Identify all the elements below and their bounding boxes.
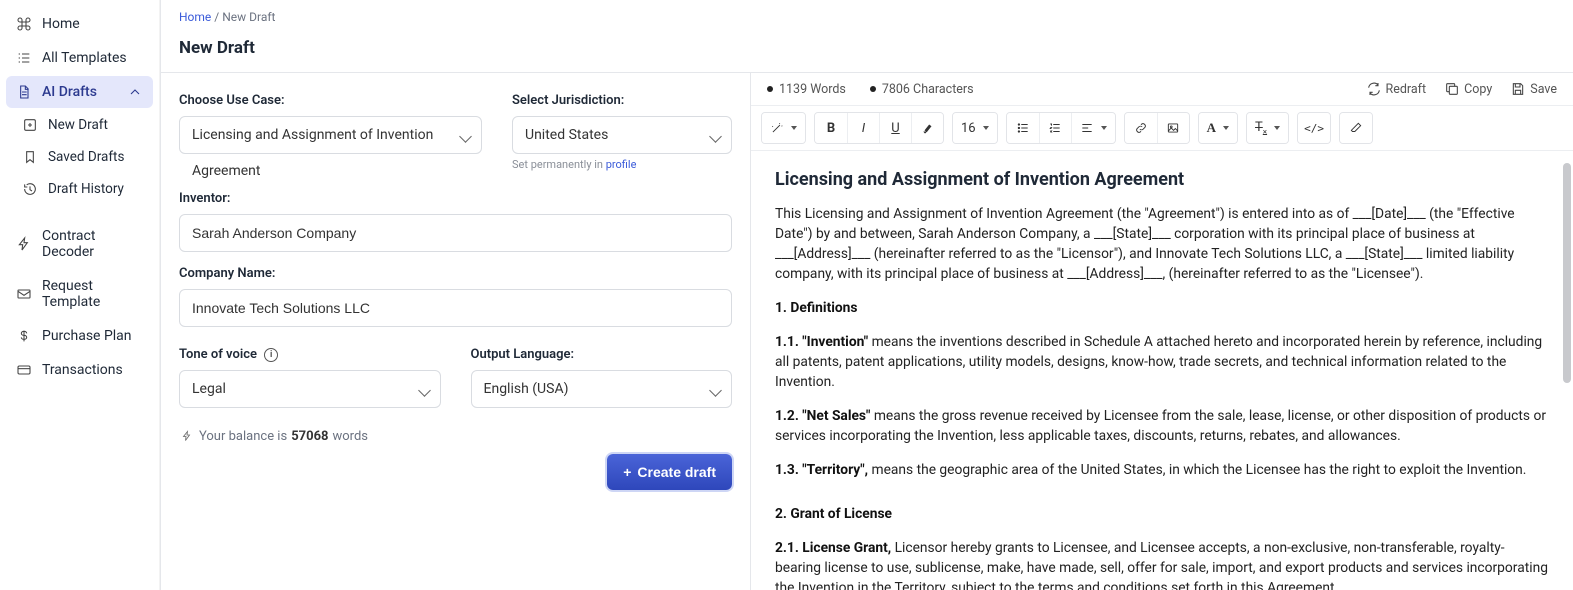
nav-new-draft[interactable]: New Draft [12, 110, 153, 140]
output-lang-select[interactable]: English (USA) [471, 370, 733, 408]
main: Home / New Draft New Draft Choose Use Ca… [160, 0, 1573, 590]
nav-label: Home [42, 16, 80, 32]
document-area[interactable]: Licensing and Assignment of Invention Ag… [751, 151, 1573, 590]
nav-label: Request Template [42, 278, 143, 310]
inventor-label: Inventor: [179, 191, 732, 206]
font-size-select[interactable]: 16 [953, 113, 997, 143]
output-lang-label: Output Language: [471, 347, 733, 362]
dollar-icon [16, 328, 32, 344]
numbered-list-button[interactable] [1039, 113, 1071, 143]
doc-intro: This Licensing and Assignment of Inventi… [775, 204, 1549, 284]
refresh-icon [1366, 81, 1382, 97]
nav-contract-decoder[interactable]: Contract Decoder [6, 220, 153, 268]
nav-label: Saved Drafts [48, 149, 124, 165]
profile-link[interactable]: profile [606, 158, 637, 171]
company-label: Company Name: [179, 266, 732, 281]
document-icon [16, 84, 32, 100]
breadcrumb-home[interactable]: Home [179, 10, 211, 24]
history-icon [22, 181, 38, 197]
use-case-select[interactable]: Licensing and Assignment of Invention Ag… [179, 116, 482, 154]
image-button[interactable] [1157, 113, 1189, 143]
info-icon[interactable]: i [264, 348, 278, 362]
scrollbar[interactable] [1563, 163, 1571, 383]
chevron-up-icon [127, 84, 143, 100]
italic-button[interactable]: I [847, 113, 879, 143]
code-button[interactable]: </> [1298, 113, 1330, 143]
bolt-icon [16, 236, 32, 252]
nav-label: All Templates [42, 50, 127, 66]
balance-text: Your balance is 57068 words [179, 428, 732, 444]
dot-icon [767, 86, 773, 92]
tone-select[interactable]: Legal [179, 370, 441, 408]
link-button[interactable] [1125, 113, 1157, 143]
section-heading: 2. Grant of License [775, 506, 892, 522]
inventor-input[interactable] [179, 214, 732, 252]
page-title: New Draft [161, 28, 1573, 72]
nav-transactions[interactable]: Transactions [6, 354, 153, 386]
eraser-button[interactable] [1340, 113, 1372, 143]
editor-panel: 1139 Words 7806 Characters Redraft Copy [751, 72, 1573, 590]
list-icon [16, 50, 32, 66]
jurisdiction-hint: Set permanently in profile [512, 158, 732, 171]
underline-button[interactable]: U [879, 113, 911, 143]
nav-label: Contract Decoder [42, 228, 143, 260]
nav-saved-drafts[interactable]: Saved Drafts [12, 142, 153, 172]
plus-icon: + [623, 464, 631, 480]
section-heading: 1. Definitions [775, 300, 858, 316]
clear-format-button[interactable]: T× [1247, 113, 1288, 143]
breadcrumb-current: New Draft [222, 10, 275, 24]
editor-stats: 1139 Words 7806 Characters [767, 82, 974, 97]
bullet-list-button[interactable] [1007, 113, 1039, 143]
jurisdiction-label: Select Jurisdiction: [512, 93, 732, 108]
font-color-button[interactable]: A [1199, 113, 1237, 143]
use-case-label: Choose Use Case: [179, 93, 482, 108]
plus-square-icon [22, 117, 38, 133]
nav-home[interactable]: Home [6, 8, 153, 40]
nav-ai-drafts[interactable]: AI Drafts [6, 76, 153, 108]
save-icon [1510, 81, 1526, 97]
card-icon [16, 362, 32, 378]
tone-label: Tone of voice i [179, 347, 441, 362]
word-count: 1139 Words [779, 82, 846, 97]
nav-request-template[interactable]: Request Template [6, 270, 153, 318]
magic-wand-button[interactable] [762, 113, 805, 143]
nav-label: New Draft [48, 117, 108, 133]
nav-label: Purchase Plan [42, 328, 132, 344]
dot-icon [870, 86, 876, 92]
highlight-button[interactable] [911, 113, 943, 143]
form-panel: Choose Use Case: Licensing and Assignmen… [161, 72, 751, 590]
sidebar: Home All Templates AI Drafts New Draft S… [0, 0, 160, 590]
bookmark-icon [22, 149, 38, 165]
nav-all-templates[interactable]: All Templates [6, 42, 153, 74]
command-icon [16, 16, 32, 32]
nav-ai-drafts-sub: New Draft Saved Drafts Draft History [6, 110, 153, 204]
nav-draft-history[interactable]: Draft History [12, 174, 153, 204]
bold-button[interactable]: B [815, 113, 847, 143]
jurisdiction-select[interactable]: United States [512, 116, 732, 154]
nav-label: Transactions [42, 362, 123, 378]
company-input[interactable] [179, 289, 732, 327]
nav-purchase-plan[interactable]: Purchase Plan [6, 320, 153, 352]
bolt-icon [179, 428, 195, 444]
mail-icon [16, 286, 32, 302]
redraft-button[interactable]: Redraft [1366, 81, 1427, 97]
create-draft-button[interactable]: + Create draft [607, 454, 732, 490]
save-button[interactable]: Save [1510, 81, 1557, 97]
char-count: 7806 Characters [882, 82, 974, 97]
nav-label: AI Drafts [42, 84, 97, 100]
nav-label: Draft History [48, 181, 124, 197]
breadcrumb: Home / New Draft [161, 0, 1573, 28]
align-button[interactable] [1071, 113, 1115, 143]
copy-button[interactable]: Copy [1444, 81, 1492, 97]
copy-icon [1444, 81, 1460, 97]
doc-title: Licensing and Assignment of Invention Ag… [775, 169, 1549, 190]
editor-toolbar: B I U 16 A T× [751, 106, 1573, 151]
